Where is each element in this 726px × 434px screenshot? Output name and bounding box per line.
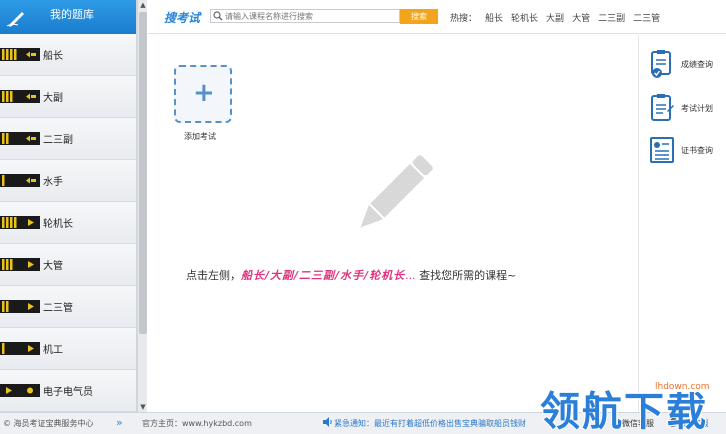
rank-insignia-icon bbox=[0, 300, 40, 313]
hot-search-item[interactable]: 二三管 bbox=[633, 11, 660, 24]
scroll-up-icon[interactable]: ▲ bbox=[138, 0, 148, 10]
add-exam-button[interactable]: + bbox=[174, 65, 232, 123]
sidebar-item-label: 船长 bbox=[43, 51, 63, 62]
status-bar: © 海员考证宝典服务中心 » 官方主页：www.hykzbd.com 紧急通知：… bbox=[0, 412, 726, 434]
sidebar-item-label: 机工 bbox=[43, 345, 63, 356]
rank-insignia-icon bbox=[0, 132, 40, 145]
sidebar-item-label: 水手 bbox=[43, 177, 63, 188]
plus-icon: + bbox=[193, 78, 215, 108]
sidebar-scrollbar[interactable]: ▲ ▼ bbox=[137, 0, 147, 412]
pencil-icon bbox=[360, 155, 433, 228]
sidebar-item[interactable]: 二三管 bbox=[0, 286, 136, 328]
score-query-label: 成绩查询 bbox=[681, 59, 713, 69]
search-brand: 搜考试 bbox=[164, 11, 201, 25]
hot-search-label: 热搜： bbox=[450, 14, 478, 24]
right-panel: 成绩查询 考试计划 证书查询 bbox=[638, 35, 726, 412]
sidebar-item-label: 二三管 bbox=[43, 303, 73, 314]
notice-text[interactable]: 紧急通知：最近有打着超低价格出售宝典骗取船员钱财 bbox=[334, 418, 564, 429]
sidebar-item-label: 大副 bbox=[43, 93, 63, 104]
pen-icon bbox=[6, 12, 24, 27]
rank-insignia-icon bbox=[0, 258, 40, 271]
hot-search-item[interactable]: 大管 bbox=[572, 11, 590, 24]
score-query-button[interactable]: 成绩查询 bbox=[649, 47, 725, 81]
certificate-query-button[interactable]: 证书查询 bbox=[649, 133, 725, 167]
hint-dots: ... bbox=[405, 269, 416, 282]
sidebar-item[interactable]: 轮机长 bbox=[0, 202, 136, 244]
hot-search-item[interactable]: 轮机长 bbox=[511, 11, 538, 24]
hot-search-item[interactable]: 大副 bbox=[546, 11, 564, 24]
hot-search-item[interactable]: 二三副 bbox=[598, 11, 625, 24]
sidebar-item[interactable]: 大副 bbox=[0, 76, 136, 118]
sidebar-item[interactable]: 大管 bbox=[0, 244, 136, 286]
hint-suffix: 查找您所需的课程~ bbox=[415, 269, 517, 282]
qq-icon bbox=[669, 417, 677, 427]
rank-insignia-icon bbox=[0, 48, 40, 61]
sidebar-item-label: 电子电气员 bbox=[43, 387, 93, 398]
main-panel: + 添加考试 点击左侧，船长/大副/二三副/水手/轮机长... 查找您所需的课程… bbox=[148, 35, 638, 412]
sidebar-item[interactable]: 二三副 bbox=[0, 118, 136, 160]
double-chevron-icon[interactable]: » bbox=[116, 416, 123, 429]
certificate-query-icon bbox=[650, 137, 674, 163]
rank-insignia-icon bbox=[0, 342, 40, 355]
score-query-icon bbox=[651, 50, 671, 78]
speaker-icon bbox=[323, 417, 332, 427]
sidebar-title: 我的题库 bbox=[50, 8, 94, 21]
course-list: 船长大副二三副水手轮机长大管二三管机工电子电气员 bbox=[0, 34, 136, 412]
qq-service-link[interactable]: QQ客服 bbox=[680, 418, 709, 429]
top-search-bar: 搜考试 搜索 热搜： 船长 轮机长 大副 大管 二三副 二三管 bbox=[148, 0, 726, 34]
rank-insignia-icon bbox=[0, 384, 40, 397]
wechat-service-link[interactable]: 微信客服 bbox=[622, 418, 654, 429]
sidebar-item-label: 大管 bbox=[43, 261, 63, 272]
sidebar-header[interactable]: 我的题库 bbox=[0, 0, 136, 34]
certificate-query-label: 证书查询 bbox=[681, 145, 713, 155]
exam-plan-label: 考试计划 bbox=[681, 103, 713, 113]
hint-prefix: 点击左侧， bbox=[186, 269, 241, 282]
empty-hint: 点击左侧，船长/大副/二三副/水手/轮机长... 查找您所需的课程~ bbox=[186, 267, 516, 283]
search-icon bbox=[213, 11, 223, 21]
sidebar-item[interactable]: 水手 bbox=[0, 160, 136, 202]
scroll-down-icon[interactable]: ▼ bbox=[138, 402, 148, 412]
rank-insignia-icon bbox=[0, 216, 40, 229]
sidebar-item-label: 二三副 bbox=[43, 135, 73, 146]
sidebar-item[interactable]: 船长 bbox=[0, 34, 136, 76]
search-box[interactable] bbox=[210, 9, 400, 23]
copyright-text: © 海员考证宝典服务中心 bbox=[3, 419, 94, 428]
sidebar-item-label: 轮机长 bbox=[43, 219, 73, 230]
rank-insignia-icon bbox=[0, 90, 40, 103]
scroll-thumb[interactable] bbox=[139, 12, 147, 334]
sidebar: 我的题库 船长大副二三副水手轮机长大管二三管机工电子电气员 bbox=[0, 0, 137, 412]
official-site-link[interactable]: 官方主页：www.hykzbd.com bbox=[142, 418, 252, 429]
rank-insignia-icon bbox=[0, 174, 40, 187]
search-input[interactable] bbox=[225, 10, 397, 22]
exam-plan-button[interactable]: 考试计划 bbox=[649, 91, 725, 125]
search-button[interactable]: 搜索 bbox=[400, 9, 438, 24]
hint-courses: 船长/大副/二三副/水手/轮机长 bbox=[241, 269, 406, 282]
add-exam-label: 添加考试 bbox=[184, 132, 216, 141]
sidebar-item[interactable]: 机工 bbox=[0, 328, 136, 370]
sidebar-item[interactable]: 电子电气员 bbox=[0, 370, 136, 412]
exam-plan-icon bbox=[651, 94, 674, 121]
hot-search-item[interactable]: 船长 bbox=[485, 11, 503, 24]
hot-search: 热搜： 船长 轮机长 大副 大管 二三副 二三管 bbox=[450, 11, 660, 24]
